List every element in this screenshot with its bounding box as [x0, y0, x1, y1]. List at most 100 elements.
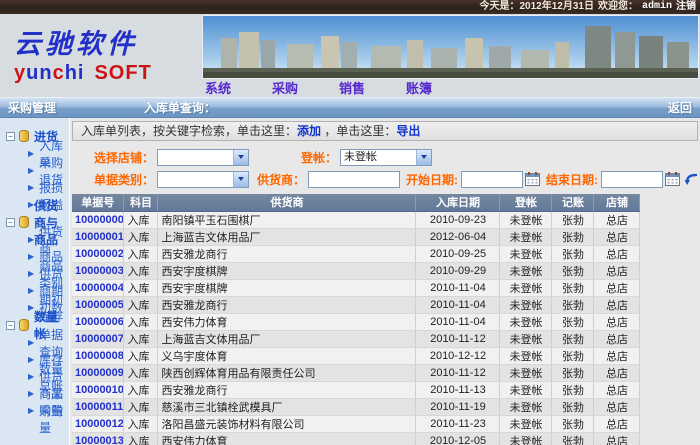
order-number-link[interactable]: 10000000: [75, 214, 123, 226]
cell-shop: 总店: [593, 432, 641, 445]
column-header: 记账: [551, 194, 595, 212]
cell-supplier: 南阳镇平玉石围棋厂: [157, 211, 417, 229]
cell-shop: 总店: [593, 415, 641, 433]
cell-posted: 未登帐: [499, 262, 553, 280]
table-row: 10000011 入库 慈溪市三北镇栓武模具厂 2010-11-19 未登帐 张勃 总店: [71, 398, 641, 416]
cell-subj: 入库: [123, 296, 159, 314]
logo: 云驰软件 yunchi SOFT: [14, 22, 194, 85]
order-number-link[interactable]: 10000010: [75, 384, 123, 396]
nav-item-3[interactable]: 销售: [339, 78, 365, 97]
cell-posted: 未登帐: [499, 432, 553, 445]
chevron-down-icon: [232, 171, 248, 187]
cell-subj: 入库: [123, 398, 159, 416]
column-header: 供货商: [157, 194, 417, 212]
nav-item-1[interactable]: 系统: [205, 78, 231, 97]
cell-shop: 总店: [593, 262, 641, 280]
search-go-icon[interactable]: [684, 173, 698, 186]
cell-date: 2010-11-12: [415, 364, 501, 382]
order-number-link[interactable]: 10000013: [75, 435, 123, 445]
cell-date: 2010-09-23: [415, 211, 501, 229]
order-number-link[interactable]: 10000007: [75, 333, 123, 345]
arrow-icon: ▶: [28, 149, 35, 158]
calendar-icon[interactable]: [665, 172, 680, 186]
cell-subj: 入库: [123, 313, 159, 331]
order-number-link[interactable]: 10000006: [75, 316, 123, 328]
cell-shop: 总店: [593, 228, 641, 246]
cell-supplier: 西安宇度棋牌: [157, 279, 417, 297]
cell-keeper: 张勃: [551, 262, 595, 280]
cell-date: 2010-09-29: [415, 262, 501, 280]
supplier-input[interactable]: [308, 170, 400, 188]
cell-shop: 总店: [593, 296, 641, 314]
table-row: 10000010 入库 西安雅龙商行 2010-11-13 未登帐 张勃 总店: [71, 381, 641, 399]
arrow-icon: ▶: [28, 235, 35, 244]
cell-shop: 总店: [593, 364, 641, 382]
cell-subj: 入库: [123, 211, 159, 229]
cell-date: 2010-11-04: [415, 296, 501, 314]
start-date-input[interactable]: [461, 170, 523, 188]
order-number-link[interactable]: 10000005: [75, 299, 123, 311]
add-link[interactable]: 添加: [297, 124, 321, 138]
export-link[interactable]: 导出: [396, 124, 420, 138]
cell-subj: 入库: [123, 245, 159, 263]
cell-keeper: 张勃: [551, 398, 595, 416]
cell-keeper: 张勃: [551, 296, 595, 314]
order-number-link[interactable]: 10000001: [75, 231, 123, 243]
cell-posted: 未登帐: [499, 364, 553, 382]
arrow-icon: ▶: [28, 269, 35, 278]
order-number-link[interactable]: 10000011: [75, 401, 123, 413]
end-date-input[interactable]: [601, 170, 663, 188]
cell-date: 2010-12-05: [415, 432, 501, 445]
cell-subj: 入库: [123, 381, 159, 399]
logo-sub-letter: h: [64, 62, 78, 84]
column-header: 单据号: [71, 194, 125, 212]
cell-order-number: 10000004: [71, 279, 125, 297]
column-header: 入库日期: [415, 194, 501, 212]
cell-keeper: 张勃: [551, 245, 595, 263]
nav-item-2[interactable]: 采购: [272, 78, 298, 97]
order-number-link[interactable]: 10000002: [75, 248, 123, 260]
filter-area: 选择店铺： 登帐： 未登帐 单据类别： 供货商： 开始日期: 结束日期:: [72, 141, 698, 194]
filter-row-1: 选择店铺： 登帐： 未登帐: [72, 146, 698, 168]
nav-item-4[interactable]: 账簿: [406, 78, 432, 97]
cell-posted: 未登帐: [499, 347, 553, 365]
cell-date: 2010-11-23: [415, 415, 501, 433]
inbound-orders-table: 单据号 科目 供货商 入库日期 登帐 记账 店铺 10000000 入库 南阳镇平玉石围棋厂 20…: [71, 194, 641, 445]
header: 云驰软件 yunchi SOFT 系统 采购 销售 账簿: [0, 14, 700, 97]
collapse-icon[interactable]: −: [6, 131, 15, 141]
column-header: 登帐: [499, 194, 553, 212]
cell-subj: 入库: [123, 330, 159, 348]
topbar: 今天是：2012年12月31日 欢迎您： admin 注销: [0, 0, 700, 14]
logo-title: 云驰软件: [14, 29, 138, 59]
cell-keeper: 张勃: [551, 228, 595, 246]
collapse-icon[interactable]: −: [6, 320, 15, 330]
table-row: 10000012 入库 洛阳昌盛元装饰材料有限公司 2010-11-23 未登帐 张勃 总店: [71, 415, 641, 433]
table-row: 10000008 入库 义乌宇度体育 2010-12-12 未登帐 张勃 总店: [71, 347, 641, 365]
sidebar-tree: − 进货 ▶ 入库单 ▶ 采购退货 ▶ 报损 ▶ 报溢 − 供货商与商品 ▶ 供货商 ▶ 商品 ▶ 商品类别 ▶ 供货…: [0, 118, 70, 445]
cell-keeper: 张勃: [551, 330, 595, 348]
sidebar-item[interactable]: ▶ 采购退货: [0, 156, 69, 187]
cell-subj: 入库: [123, 347, 159, 365]
arrow-icon: ▶: [28, 183, 35, 192]
sidebar-item[interactable]: ▶ 商品采购量: [0, 387, 69, 435]
collapse-icon[interactable]: −: [6, 217, 15, 227]
cell-date: 2010-09-25: [415, 245, 501, 263]
logout-link[interactable]: 注销: [676, 0, 696, 14]
order-number-link[interactable]: 10000008: [75, 350, 123, 362]
order-number-link[interactable]: 10000004: [75, 282, 123, 294]
posted-select[interactable]: 未登帐: [340, 148, 432, 166]
sidebar-item[interactable]: ▶ 报损: [0, 179, 69, 196]
arrow-icon: ▶: [28, 355, 35, 364]
cell-keeper: 张勃: [551, 432, 595, 445]
order-number-link[interactable]: 10000012: [75, 418, 123, 430]
order-number-link[interactable]: 10000003: [75, 265, 123, 277]
order-number-link[interactable]: 10000009: [75, 367, 123, 379]
shop-select[interactable]: [156, 148, 249, 166]
table-row: 10000003 入库 西安宇度棋牌 2010-09-29 未登帐 张勃 总店: [71, 262, 641, 280]
banner-image: [202, 15, 699, 79]
back-link[interactable]: 返回: [668, 99, 692, 116]
calendar-icon[interactable]: [525, 172, 540, 186]
doc-type-select[interactable]: [156, 170, 249, 188]
logo-soft: SOFT: [94, 62, 152, 84]
today-date: 今天是：2012年12月31日: [479, 1, 594, 12]
